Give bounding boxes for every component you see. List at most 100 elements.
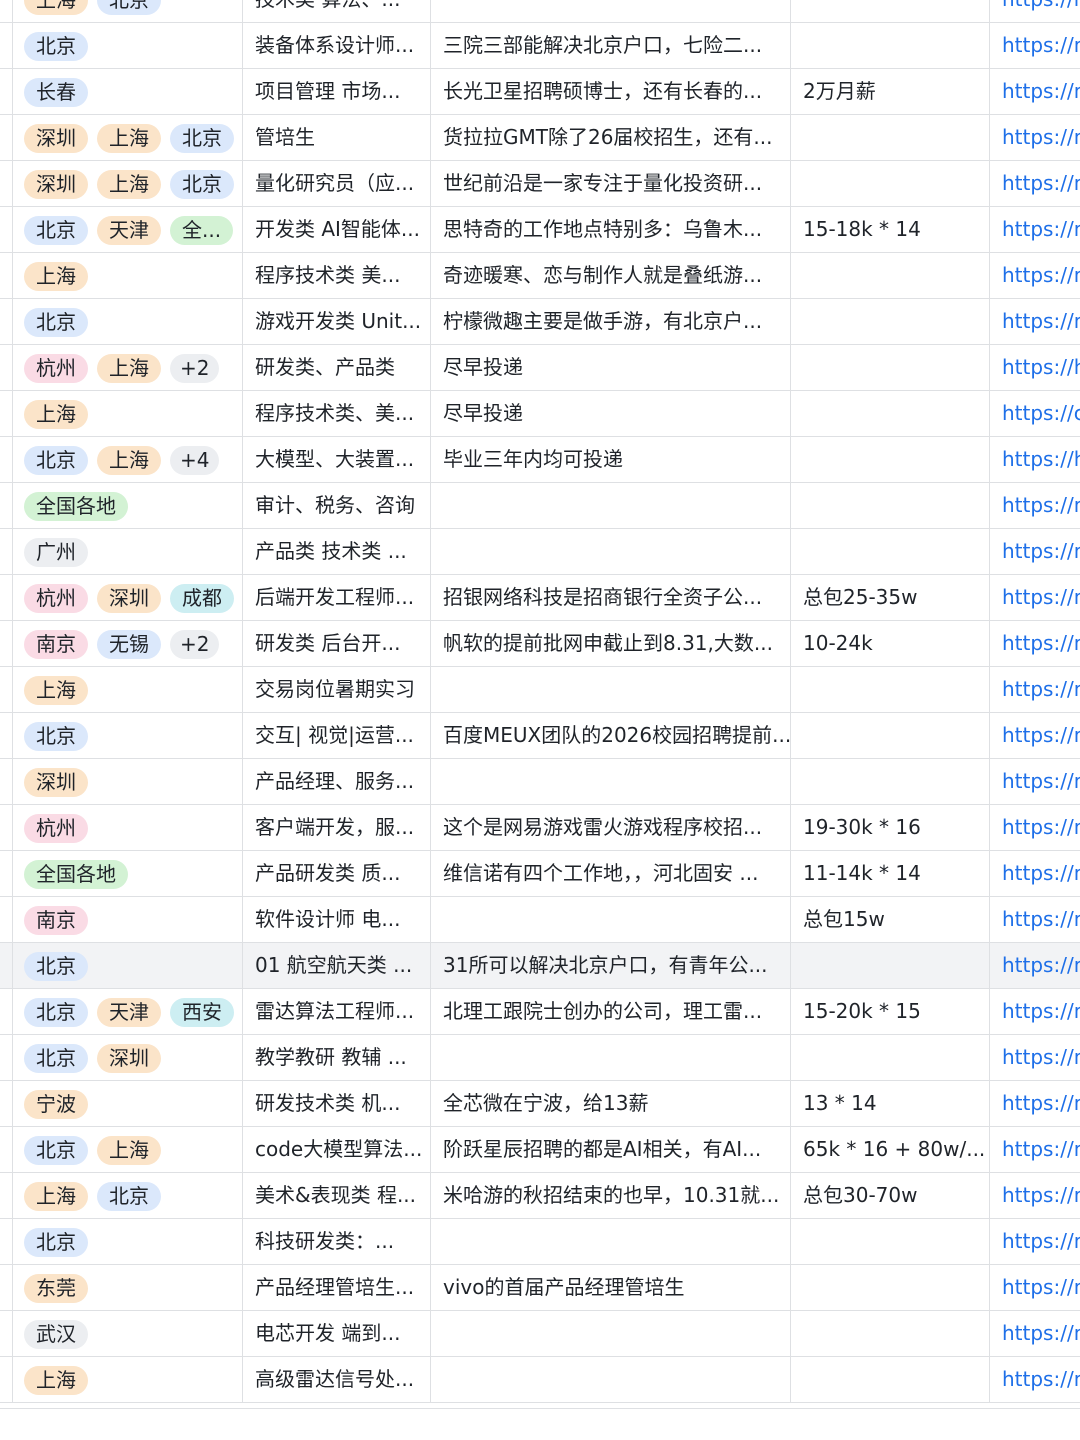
link-cell[interactable]: https://m <box>990 759 1080 804</box>
city-cell[interactable]: 杭州 上海 +2 <box>13 345 243 390</box>
row-gutter[interactable] <box>0 1127 13 1172</box>
link-cell[interactable]: https://m <box>990 667 1080 712</box>
row-gutter[interactable] <box>0 253 13 298</box>
row-gutter[interactable] <box>0 1173 13 1218</box>
position-cell[interactable]: 电芯开发 端到... <box>243 1311 431 1356</box>
link-cell[interactable]: https://m <box>990 1219 1080 1264</box>
row-gutter[interactable] <box>0 943 13 988</box>
city-cell[interactable]: 东莞 <box>13 1265 243 1310</box>
row-gutter[interactable] <box>0 759 13 804</box>
salary-cell[interactable]: 19-30k * 16 <box>791 805 990 850</box>
city-cell[interactable]: 宁波 <box>13 1081 243 1126</box>
row-gutter[interactable] <box>0 713 13 758</box>
salary-cell[interactable] <box>791 713 990 758</box>
salary-cell[interactable]: 总包30-70w <box>791 1173 990 1218</box>
row-gutter[interactable] <box>0 1357 13 1402</box>
city-cell[interactable]: 北京 天津 全... <box>13 207 243 252</box>
table-row[interactable]: 深圳 上海 北京 量化研究员（应... 世纪前沿是一家专注于量化投资研... https:… <box>0 161 1080 207</box>
position-cell[interactable]: 大模型、大装置... <box>243 437 431 482</box>
salary-cell[interactable] <box>791 1035 990 1080</box>
row-gutter[interactable] <box>0 805 13 850</box>
city-cell[interactable]: 广州 <box>13 529 243 574</box>
table-row[interactable]: 杭州 深圳 成都 后端开发工程师... 招银网络科技是招商银行全资子公... 总包25-3… <box>0 575 1080 621</box>
row-gutter[interactable] <box>0 851 13 896</box>
city-cell[interactable]: 北京 天津 西安 <box>13 989 243 1034</box>
table-row[interactable]: 上海 高级雷达信号处... https://m <box>0 1357 1080 1403</box>
city-cell[interactable]: 北京 <box>13 713 243 758</box>
row-gutter[interactable] <box>0 299 13 344</box>
row-gutter[interactable] <box>0 1265 13 1310</box>
row-gutter[interactable] <box>0 23 13 68</box>
salary-cell[interactable]: 15-20k * 15 <box>791 989 990 1034</box>
city-cell[interactable]: 上海 <box>13 667 243 712</box>
description-cell[interactable]: 维信诺有四个工作地，，河北固安 ... <box>431 851 791 896</box>
link-cell[interactable]: https://m <box>990 943 1080 988</box>
position-cell[interactable]: 产品经理、服务... <box>243 759 431 804</box>
city-cell[interactable]: 全国各地 <box>13 851 243 896</box>
table-row[interactable]: 深圳 产品经理、服务... https://m <box>0 759 1080 805</box>
link-cell[interactable]: https://m <box>990 299 1080 344</box>
link-cell[interactable]: https://m <box>990 1173 1080 1218</box>
position-cell[interactable]: 游戏开发类 Unit... <box>243 299 431 344</box>
table-row[interactable]: 全国各地 审计、税务、咨询 https://m <box>0 483 1080 529</box>
description-cell[interactable]: 全芯微在宁波，给13薪 <box>431 1081 791 1126</box>
salary-cell[interactable] <box>791 1311 990 1356</box>
salary-cell[interactable]: 10-24k <box>791 621 990 666</box>
description-cell[interactable]: 帆软的提前批网申截止到8.31,大数... <box>431 621 791 666</box>
city-cell[interactable]: 南京 <box>13 897 243 942</box>
salary-cell[interactable]: 总包15w <box>791 897 990 942</box>
table-row[interactable]: 深圳上海北京管培生货拉拉GMT除了26届校招生，还有... https://m <box>0 115 1080 161</box>
salary-cell[interactable] <box>791 483 990 528</box>
position-cell[interactable]: 科技研发类：... <box>243 1219 431 1264</box>
table-row[interactable]: 北京 天津 西安 雷达算法工程师... 北理工跟院士创办的公司，理工雷... 15-20k… <box>0 989 1080 1035</box>
link-cell[interactable]: https://m <box>990 713 1080 758</box>
row-gutter[interactable] <box>0 621 13 666</box>
salary-cell[interactable] <box>791 0 990 22</box>
link-cell[interactable]: https://h <box>990 345 1080 390</box>
salary-cell[interactable]: 总包25-35w <box>791 575 990 620</box>
city-cell[interactable]: 北京 <box>13 943 243 988</box>
table-row[interactable]: 上海北京技术类 算法、...https://m <box>0 0 1080 23</box>
description-cell[interactable]: 阶跃星辰招聘的都是AI相关，有AI... <box>431 1127 791 1172</box>
description-cell[interactable] <box>431 667 791 712</box>
salary-cell[interactable]: 2万月薪 <box>791 69 990 114</box>
table-row[interactable]: 南京 无锡 +2 研发类 后台开... 帆软的提前批网申截止到8.31,大数... 10-… <box>0 621 1080 667</box>
row-gutter[interactable] <box>0 1311 13 1356</box>
position-cell[interactable]: 美术&表现类 程... <box>243 1173 431 1218</box>
city-cell[interactable]: 上海 北京 <box>13 1173 243 1218</box>
city-cell[interactable]: 北京 <box>13 23 243 68</box>
row-gutter[interactable] <box>0 0 13 22</box>
link-cell[interactable]: https://m <box>990 621 1080 666</box>
table-row[interactable]: 上海 程序技术类、美... 尽早投递 https://c <box>0 391 1080 437</box>
row-gutter[interactable] <box>0 1035 13 1080</box>
position-cell[interactable]: 研发类 后台开... <box>243 621 431 666</box>
salary-cell[interactable]: 65k * 16 + 80w/... <box>791 1127 990 1172</box>
link-cell[interactable]: https://m <box>990 1127 1080 1172</box>
city-cell[interactable]: 南京 无锡 +2 <box>13 621 243 666</box>
link-cell[interactable]: https://m <box>990 1357 1080 1402</box>
table-row[interactable]: 上海 北京 美术&表现类 程... 米哈游的秋招结束的也早，10.31就... 总包30… <box>0 1173 1080 1219</box>
description-cell[interactable]: 尽早投递 <box>431 345 791 390</box>
position-cell[interactable]: code大模型算法... <box>243 1127 431 1172</box>
position-cell[interactable]: 项目管理 市场... <box>243 69 431 114</box>
table-row[interactable]: 广州 产品类 技术类 ... https://m <box>0 529 1080 575</box>
position-cell[interactable]: 交易岗位暑期实习 <box>243 667 431 712</box>
description-cell[interactable]: 招银网络科技是招商银行全资子公... <box>431 575 791 620</box>
row-gutter[interactable] <box>0 437 13 482</box>
description-cell[interactable]: 货拉拉GMT除了26届校招生，还有... <box>431 115 791 160</box>
position-cell[interactable]: 雷达算法工程师... <box>243 989 431 1034</box>
city-cell[interactable]: 杭州 <box>13 805 243 850</box>
table-row[interactable]: 上海 交易岗位暑期实习 https://m <box>0 667 1080 713</box>
description-cell[interactable] <box>431 483 791 528</box>
city-cell[interactable]: 深圳 上海 北京 <box>13 115 243 160</box>
description-cell[interactable]: 长光卫星招聘硕博士，还有长春的... <box>431 69 791 114</box>
link-cell[interactable]: https://m <box>990 575 1080 620</box>
description-cell[interactable]: 百度MEUX团队的2026校园招聘提前... <box>431 713 791 758</box>
table-row[interactable]: 北京 上海 +4 大模型、大装置... 毕业三年内均可投递 https://h <box>0 437 1080 483</box>
city-cell[interactable]: 杭州 深圳 成都 <box>13 575 243 620</box>
link-cell[interactable]: https://m <box>990 23 1080 68</box>
link-cell[interactable]: https://m <box>990 0 1080 22</box>
salary-cell[interactable]: 13 * 14 <box>791 1081 990 1126</box>
table-row[interactable]: 杭州 客户端开发，服... 这个是网易游戏雷火游戏程序校招... 19-30k * 1… <box>0 805 1080 851</box>
description-cell[interactable]: 这个是网易游戏雷火游戏程序校招... <box>431 805 791 850</box>
